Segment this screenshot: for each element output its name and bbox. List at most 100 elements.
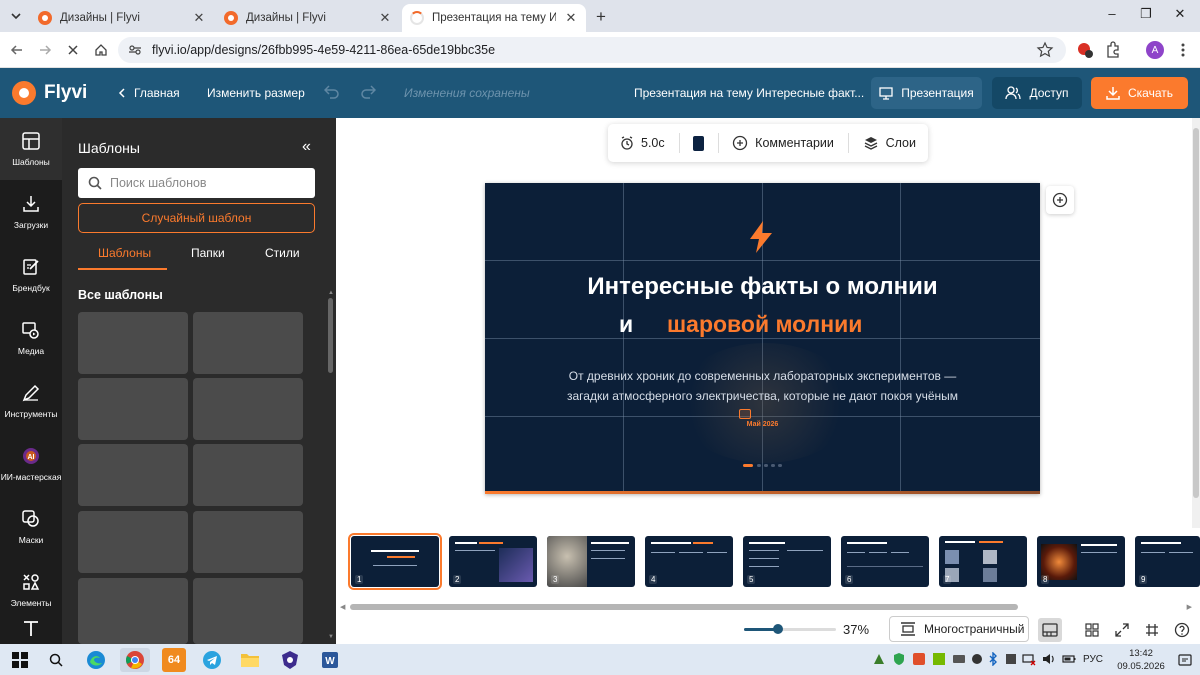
slide-date[interactable]: Май 2026 — [485, 421, 1040, 428]
slide-canvas[interactable]: Интересные факты о молнии и шаровой молн… — [485, 183, 1040, 494]
security-shield-icon[interactable] — [892, 652, 906, 666]
undo-icon[interactable] — [324, 85, 340, 99]
profile-avatar[interactable]: A — [1146, 41, 1164, 59]
vpn-app[interactable] — [278, 648, 302, 672]
zoom-value[interactable]: 37% — [843, 622, 869, 637]
edge-app[interactable] — [84, 648, 108, 672]
tray-app-icon[interactable] — [970, 652, 984, 666]
slide-thumbnail[interactable]: 5 — [743, 536, 831, 587]
thumbnail-view-button[interactable] — [1038, 618, 1062, 642]
language-indicator[interactable]: РУС — [1083, 654, 1103, 665]
flyvi-logo[interactable]: Flyvi — [12, 81, 87, 105]
slide-thumbnail[interactable]: 1 — [348, 533, 442, 590]
duration-button[interactable]: 5.0с — [620, 136, 665, 150]
telegram-app[interactable] — [200, 648, 224, 672]
address-bar[interactable]: flyvi.io/app/designs/26fbb995-4e59-4211-… — [118, 37, 1066, 63]
slide-thumbnail[interactable]: 8 — [1037, 536, 1125, 587]
browser-tab-active[interactable]: Презентация на тему Интересн ✕ — [402, 4, 586, 32]
tab-search-button[interactable] — [6, 6, 26, 26]
tab-close-icon[interactable]: ✕ — [192, 10, 206, 26]
nvidia-icon[interactable] — [932, 652, 946, 666]
app-64-badge[interactable]: 64 — [162, 648, 186, 672]
canvas-vertical-scrollbar[interactable] — [1192, 118, 1200, 528]
slide-thumbnail[interactable]: 9 — [1135, 536, 1200, 587]
scroll-up-arrow[interactable]: ▲ — [328, 290, 334, 296]
search-taskbar-button[interactable] — [44, 648, 68, 672]
network-off-icon[interactable] — [1022, 652, 1036, 666]
close-window-button[interactable]: ✕ — [1170, 6, 1190, 22]
start-button[interactable] — [8, 648, 32, 672]
tab-styles[interactable]: Стили — [265, 246, 300, 260]
scroll-thumb[interactable] — [350, 604, 1018, 610]
scroll-right-arrow[interactable]: ▶ — [1187, 603, 1192, 611]
browser-tab-2[interactable]: Дизайны | Flyvi ✕ — [216, 4, 400, 32]
show-grid-button[interactable] — [1140, 618, 1164, 642]
home-button[interactable] — [92, 41, 110, 59]
chrome-app[interactable] — [120, 648, 150, 672]
template-card[interactable] — [78, 378, 188, 440]
download-button[interactable]: Скачать — [1091, 77, 1188, 109]
slide-thumbnail[interactable]: 3 — [547, 536, 635, 587]
slide-title-line1[interactable]: Интересные факты о молнии — [485, 273, 1040, 301]
forward-button[interactable] — [36, 41, 54, 59]
sidebar-item-elements[interactable]: Элементы — [0, 559, 62, 621]
collapse-panel-button[interactable]: « — [302, 138, 311, 156]
notifications-icon[interactable] — [1178, 653, 1192, 667]
stop-button[interactable] — [64, 41, 82, 59]
sidebar-item-ai-workshop[interactable]: AI ИИ-мастерская — [0, 433, 62, 495]
scroll-down-arrow[interactable]: ▼ — [328, 634, 334, 640]
sidebar-item-brandbook[interactable]: Брендбук — [0, 244, 62, 306]
sidebar-item-media[interactable]: Медиа — [0, 307, 62, 369]
slide-title-line2-accent[interactable]: шаровой молнии — [667, 311, 862, 338]
tray-app-icon[interactable] — [912, 652, 926, 666]
help-button[interactable] — [1170, 618, 1194, 642]
scroll-thumb[interactable] — [1193, 128, 1199, 498]
present-button[interactable]: Презентация — [871, 77, 982, 109]
scroll-left-arrow[interactable]: ◀ — [340, 603, 345, 611]
redo-icon[interactable] — [360, 85, 376, 99]
document-title[interactable]: Презентация на тему Интересные факт... — [634, 86, 864, 100]
browser-tab-1[interactable]: Дизайны | Flyvi ✕ — [30, 4, 214, 32]
template-card[interactable] — [193, 511, 303, 573]
tab-templates[interactable]: Шаблоны — [98, 246, 151, 260]
zoom-slider[interactable] — [744, 624, 836, 634]
tray-app-icon[interactable] — [1004, 652, 1018, 666]
slide-subtitle[interactable]: От древних хроник до современных лаборат… — [545, 366, 980, 406]
background-color-swatch[interactable] — [693, 135, 704, 151]
panel-scrollbar[interactable] — [328, 298, 333, 373]
tab-folders[interactable]: Папки — [191, 246, 225, 260]
tab-close-icon[interactable]: ✕ — [564, 10, 578, 26]
restore-button[interactable]: ❐ — [1136, 6, 1156, 22]
access-button[interactable]: Доступ — [992, 77, 1082, 109]
sidebar-item-tools[interactable]: Инструменты — [0, 370, 62, 432]
multipage-toggle[interactable]: Многостраничный — [889, 616, 1029, 642]
sidebar-item-uploads[interactable]: Загрузки — [0, 181, 62, 243]
thumbnails-scrollbar[interactable]: ◀ ▶ — [340, 602, 1192, 612]
template-card[interactable] — [193, 312, 303, 374]
tab-close-icon[interactable]: ✕ — [378, 10, 392, 26]
grid-view-button[interactable] — [1080, 618, 1104, 642]
sidebar-item-masks[interactable]: Маски — [0, 496, 62, 558]
random-template-button[interactable]: Случайный шаблон — [78, 203, 315, 233]
slide-thumbnail[interactable]: 2 — [449, 536, 537, 587]
template-card[interactable] — [193, 378, 303, 440]
tray-app-icon[interactable] — [872, 652, 886, 666]
fullscreen-button[interactable] — [1110, 618, 1134, 642]
bookmark-star-icon[interactable] — [1036, 41, 1054, 59]
back-button[interactable] — [8, 41, 26, 59]
system-clock[interactable]: 13:42 09.05.2026 — [1116, 647, 1166, 673]
speaker-icon[interactable] — [1042, 652, 1056, 666]
slide-title-line2-white[interactable]: и — [619, 311, 633, 338]
extensions-puzzle-icon[interactable] — [1104, 41, 1122, 59]
bluetooth-icon[interactable] — [986, 652, 1000, 666]
new-tab-button[interactable]: + — [592, 7, 610, 27]
template-card[interactable] — [193, 578, 303, 644]
layers-button[interactable]: Слои — [863, 135, 916, 151]
browser-menu-button[interactable] — [1174, 41, 1192, 59]
add-comment-button[interactable] — [1046, 186, 1074, 214]
home-link[interactable]: Главная — [118, 86, 180, 100]
sidebar-item-text[interactable] — [0, 618, 62, 644]
template-card[interactable] — [78, 578, 188, 644]
sidebar-item-templates[interactable]: Шаблоны — [0, 118, 62, 180]
tray-app-icon[interactable] — [952, 652, 966, 666]
